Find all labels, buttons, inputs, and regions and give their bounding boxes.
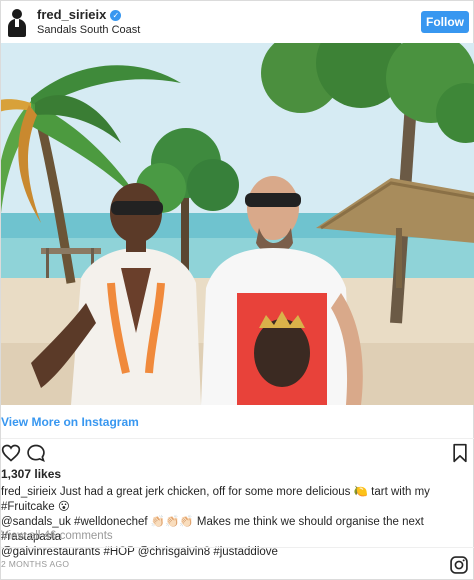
header-text: fred_sirieix ✓ Sandals South Coast: [37, 7, 140, 37]
action-bar: [1, 441, 474, 467]
post-header: fred_sirieix ✓ Sandals South Coast Follo…: [1, 1, 474, 43]
view-all-comments-link[interactable]: View all 46 comments: [1, 530, 113, 542]
caption-username[interactable]: fred_sirieix: [1, 486, 57, 498]
view-more-link[interactable]: View More on Instagram: [1, 415, 139, 429]
divider: [1, 547, 474, 548]
post-photo[interactable]: [1, 43, 474, 405]
bookmark-icon[interactable]: [451, 443, 469, 463]
view-more-bar: View More on Instagram: [1, 405, 474, 439]
heart-icon[interactable]: [1, 443, 21, 463]
follow-button[interactable]: Follow: [421, 11, 469, 33]
comment-icon[interactable]: [26, 443, 46, 463]
verified-badge-icon: ✓: [110, 9, 122, 21]
beach-photo-illustration: [1, 43, 474, 405]
instagram-embed-card: fred_sirieix ✓ Sandals South Coast Follo…: [0, 0, 474, 580]
username-link[interactable]: fred_sirieix: [37, 7, 106, 23]
avatar[interactable]: [7, 6, 27, 38]
like-count[interactable]: 1,307 likes: [1, 467, 61, 481]
post-caption: fred_sirieix Just had a great jerk chick…: [1, 485, 471, 560]
post-timestamp: 2 MONTHS AGO: [1, 559, 70, 569]
instagram-logo-icon[interactable]: [449, 555, 469, 575]
caption-line-1: Just had a great jerk chicken, off for s…: [1, 486, 430, 513]
location-link[interactable]: Sandals South Coast: [37, 23, 140, 37]
